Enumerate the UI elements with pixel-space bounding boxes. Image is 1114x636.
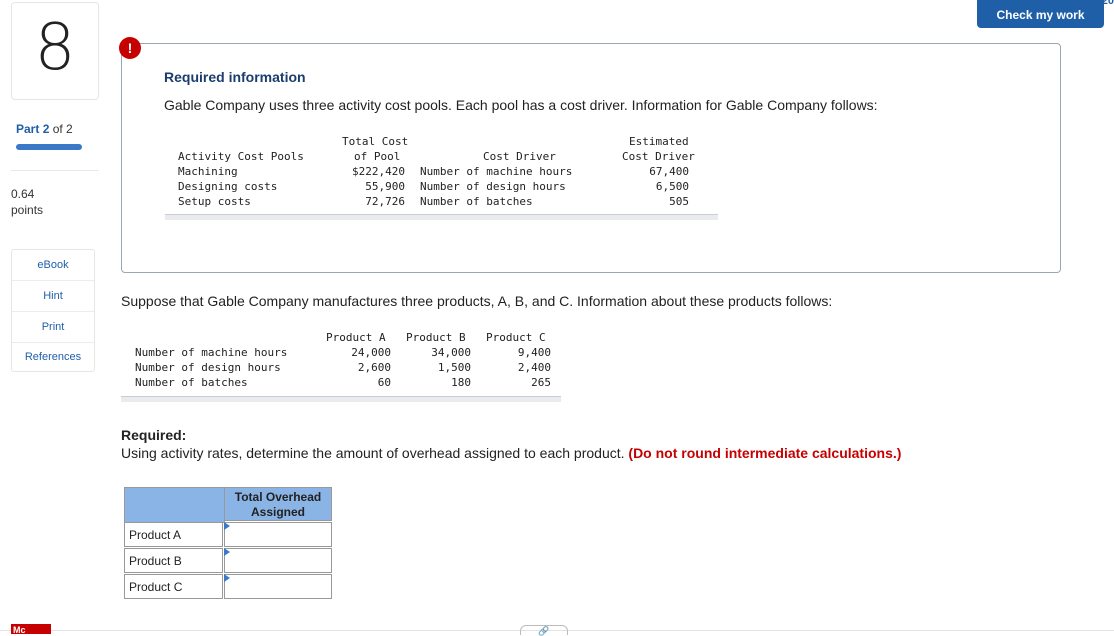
product-row-label: Number of design hours (135, 361, 281, 374)
header-pool: Activity Cost Pools (178, 150, 304, 163)
question-number-box: 8 (11, 2, 99, 100)
header-cost-driver: Cost Driver (483, 150, 556, 163)
products-table: Product A Product B Product C Number of … (121, 328, 561, 404)
product-a-value: 24,000 (351, 346, 391, 359)
header-product-c: Product C (486, 331, 546, 344)
table-scrollbar (121, 396, 561, 402)
activity-cost-pools-table: Total Cost Estimated Activity Cost Pools… (165, 132, 718, 220)
product-row-label: Number of machine hours (135, 346, 288, 359)
mcgraw-hill-logo: Mc (11, 624, 51, 634)
side-links: eBook Hint Print References (11, 249, 95, 372)
part-current: 2 (42, 122, 50, 136)
part-progress-bar (16, 144, 82, 150)
references-link[interactable]: References (12, 343, 94, 371)
header-product-b: Product B (406, 331, 466, 344)
product-c-overhead-input[interactable] (224, 574, 332, 599)
product-row-label: Number of batches (135, 376, 248, 389)
pool-estimate: 67,400 (649, 165, 689, 178)
products-intro: Suppose that Gable Company manufactures … (121, 293, 833, 309)
pool-driver: Number of machine hours (420, 165, 573, 178)
product-a-value: 2,600 (357, 361, 391, 374)
corner-number: 20 (1101, 0, 1114, 7)
points-value: 0.64 (11, 187, 35, 201)
product-b-value: 34,000 (431, 346, 471, 359)
product-c-value: 265 (531, 376, 551, 389)
answer-row-product-c: Product C (124, 574, 334, 600)
pool-driver: Number of design hours (420, 180, 566, 193)
answer-row-label: Product B (124, 548, 223, 573)
pool-estimate: 505 (669, 195, 689, 208)
pool-estimate: 6,500 (655, 180, 689, 193)
product-a-overhead-input[interactable] (224, 522, 332, 547)
answer-header-line2: Assigned (250, 505, 305, 519)
pool-cost: 72,726 (365, 195, 405, 208)
answer-row-product-a: Product A (124, 522, 334, 548)
answer-row-label: Product A (124, 522, 223, 547)
product-b-value: 180 (451, 376, 471, 389)
print-link[interactable]: Print (12, 312, 94, 343)
answer-row-label: Product C (124, 574, 223, 599)
required-text: Using activity rates, determine the amou… (121, 445, 625, 461)
input-marker-icon (224, 548, 230, 556)
pool-cost: 55,900 (365, 180, 405, 193)
part-label: Part (16, 122, 40, 136)
header-estimated: Estimated (629, 135, 689, 148)
pool-name: Machining (178, 165, 238, 178)
product-b-overhead-input[interactable] (224, 548, 332, 573)
answer-header-line1: Total Overhead (234, 490, 322, 504)
pool-cost: $222,420 (352, 165, 405, 178)
product-a-value: 60 (377, 376, 391, 389)
pool-name: Designing costs (178, 180, 278, 193)
points-box: 0.64 points (11, 186, 43, 218)
product-b-value: 1,500 (437, 361, 471, 374)
pool-driver: Number of batches (420, 195, 533, 208)
product-c-value: 9,400 (517, 346, 551, 359)
part-of: of 2 (52, 122, 73, 136)
points-label: points (11, 203, 44, 217)
required-heading: Required: (121, 427, 187, 443)
header-total-cost: Total Cost (342, 135, 409, 148)
required-info-intro: Gable Company uses three activity cost p… (164, 97, 878, 113)
check-my-work-button[interactable]: Check my work (977, 0, 1104, 28)
required-note: (Do not round intermediate calculations.… (628, 445, 902, 461)
input-marker-icon (224, 574, 230, 582)
pool-name: Setup costs (178, 195, 251, 208)
table-scrollbar (165, 214, 718, 220)
answer-row-product-b: Product B (124, 548, 334, 574)
part-indicator: Part 2 of 2 (16, 122, 73, 136)
divider (11, 170, 99, 171)
alert-icon: ! (119, 37, 141, 59)
answer-header-blank (124, 487, 225, 523)
ebook-link[interactable]: eBook (12, 250, 94, 281)
answer-header: Total Overhead Assigned (224, 487, 332, 521)
header-product-a: Product A (326, 331, 386, 344)
hint-link[interactable]: Hint (12, 281, 94, 312)
required-info-title: Required information (164, 69, 306, 85)
question-number: 8 (34, 11, 76, 85)
product-c-value: 2,400 (517, 361, 551, 374)
header-estimated-driver: Cost Driver (622, 150, 695, 163)
header-of-pool: of Pool (354, 150, 401, 163)
required-instructions: Using activity rates, determine the amou… (121, 445, 901, 461)
input-marker-icon (224, 522, 230, 530)
